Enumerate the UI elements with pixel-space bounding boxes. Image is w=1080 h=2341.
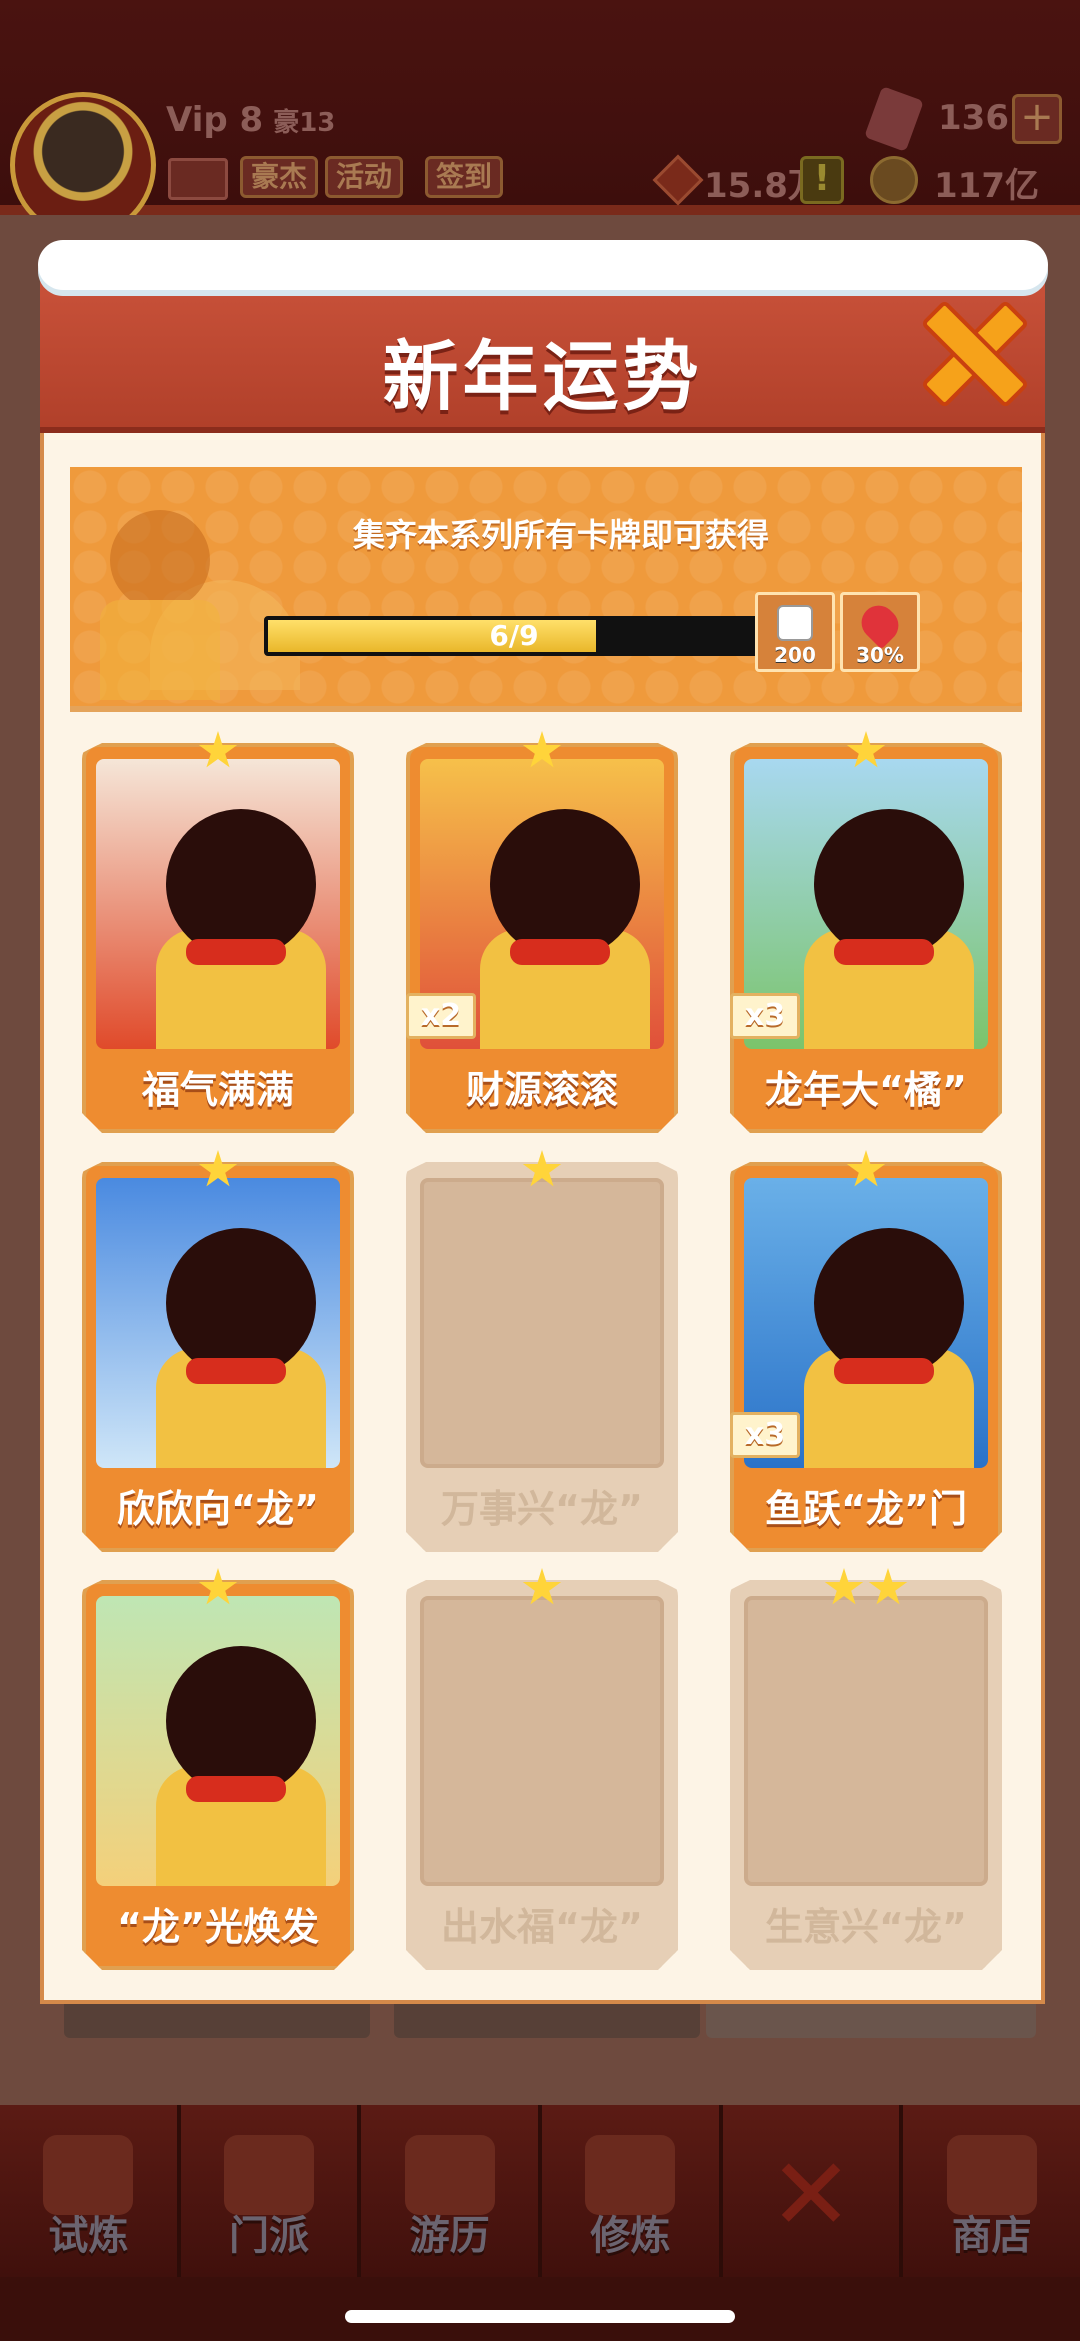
vip-rank: 豪13 [273,108,336,138]
character-scarf [510,939,610,965]
banner-text: 集齐本系列所有卡牌即可获得 [352,516,769,554]
character-scarf [186,1358,286,1384]
card-illustration [96,1596,340,1886]
nav-trial[interactable]: 试炼 [0,2105,181,2277]
character-scarf [834,1358,934,1384]
vip-label: Vip 8 [166,100,264,140]
home-indicator[interactable] [345,2310,735,2323]
bottom-strip [0,2277,1080,2341]
nav-trial-label: 试炼 [48,2213,129,2259]
card-illustration [96,1178,340,1468]
character-scarf [186,939,286,965]
collection-card[interactable]: x3 龙年大“橘” [730,731,1002,1133]
card-placeholder [420,1178,664,1468]
close-button[interactable] [920,300,1020,400]
mail-icon[interactable] [168,158,228,200]
card-name: 鱼跃“龙”门 [765,1487,967,1531]
close-icon: ✕ [769,2136,853,2253]
character-head [166,1228,316,1378]
collection-card[interactable]: 福气满满 [82,731,354,1133]
bottom-nav: 试炼 门派 游历 修炼 ✕ 商店 [0,2105,1080,2277]
character-head [814,1228,964,1378]
chip-activity[interactable]: 活动 [325,156,404,198]
modal-header: 新年运势 [40,275,1045,433]
card-name: 生意兴“龙” [765,1905,967,1949]
character-head [490,809,640,959]
collection-card[interactable]: x3 鱼跃“龙”门 [730,1150,1002,1552]
reward-dice[interactable]: 200 [755,592,835,672]
snow-decoration [38,240,1048,290]
nav-travel-label: 游历 [409,2213,490,2259]
collection-card[interactable]: x2 财源滚滚 [406,731,678,1133]
card-name: 万事兴“龙” [441,1487,643,1531]
card-count-badge: x2 [406,993,476,1039]
nav-cultivate[interactable]: 修炼 [542,2105,723,2277]
nav-sect-label: 门派 [229,2213,309,2259]
card-name: 龙年大“橘” [765,1068,967,1112]
reward-heart[interactable]: 30% [840,592,920,672]
reward-heart-label: 30% [856,643,904,667]
character-head [166,809,316,959]
coin-icon [870,156,918,204]
character-head [166,1646,316,1796]
card-count-badge: x3 [730,993,800,1039]
nav-shop-label: 商店 [951,2213,1032,2259]
nav-shop[interactable]: 商店 [903,2105,1080,2277]
collection-card[interactable]: “龙”光焕发 [82,1568,354,1970]
nav-close[interactable]: ✕ [722,2105,904,2277]
chip-signin[interactable]: 签到 [425,156,504,198]
card-name: 出水福“龙” [441,1905,643,1949]
collection-card[interactable]: 出水福“龙” [406,1568,678,1970]
collection-progress-bar: 6/9 [264,616,764,656]
character-scarf [834,939,934,965]
collection-card[interactable]: 欣欣向“龙” [82,1150,354,1552]
nav-cultivate-label: 修炼 [590,2213,671,2259]
add-gems-button[interactable]: + [1012,94,1062,144]
card-name: 福气满满 [141,1068,294,1112]
character-head [814,809,964,959]
coin-count: 117亿 [934,166,1039,206]
card-name: “龙”光焕发 [117,1905,319,1949]
reward-dice-label: 200 [774,643,816,667]
gem-count: 136 [938,98,1009,138]
nav-sect[interactable]: 门派 [180,2105,362,2277]
card-name: 财源滚滚 [465,1068,618,1112]
chip-haojie[interactable]: 豪杰 [240,156,319,198]
collection-card[interactable]: 万事兴“龙” [406,1150,678,1552]
card-illustration [96,759,340,1049]
progress-text: 6/9 [489,619,539,652]
dice-icon [777,605,813,641]
collection-card[interactable]: 生意兴“龙” [730,1568,1002,1970]
card-name: 欣欣向“龙” [117,1487,319,1531]
character-scarf [186,1776,286,1802]
alert-button[interactable]: ! [800,156,844,204]
modal-title: 新年运势 [382,332,703,421]
card-placeholder [420,1596,664,1886]
nav-travel[interactable]: 游历 [361,2105,543,2277]
card-count-badge: x3 [730,1412,800,1458]
vip-level: Vip 8 豪13 [166,100,335,140]
card-placeholder [744,1596,988,1886]
heart-icon [854,598,906,650]
